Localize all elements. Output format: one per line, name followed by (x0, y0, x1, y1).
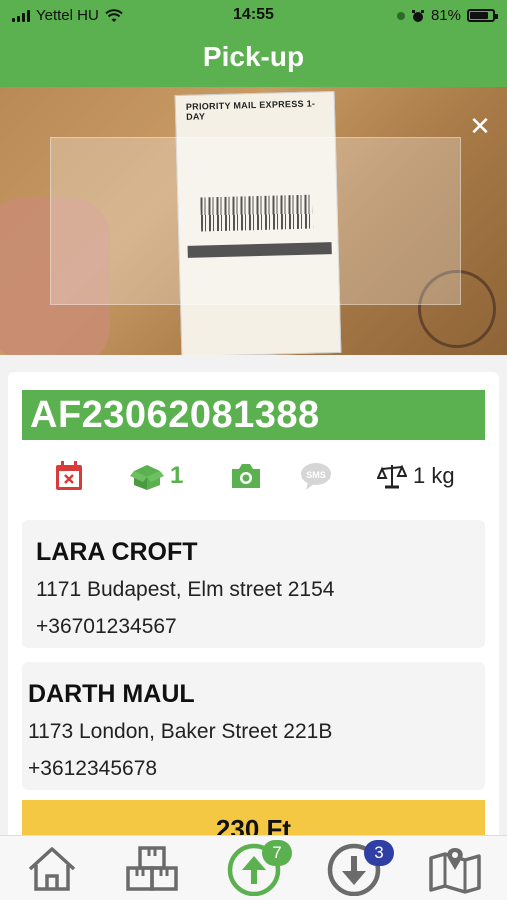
battery-percent: 81% (430, 7, 461, 24)
close-scanner-button[interactable]: ✕ (466, 113, 494, 141)
calendar-cancel-icon (56, 461, 82, 490)
home-icon (28, 847, 76, 891)
sender-name: LARA CROFT (36, 538, 198, 566)
label-header: PRIORITY MAIL EXPRESS 1-DAY (185, 98, 316, 122)
status-bar: Yettel HU 14:55 81% (0, 0, 507, 32)
scanner-camera-view[interactable]: PRIORITY MAIL EXPRESS 1-DAY ✕ (0, 87, 507, 355)
recipient-address: 1173 London, Baker Street 221B (28, 720, 333, 743)
tab-map[interactable] (425, 842, 485, 896)
recipient-name: DARTH MAUL (28, 680, 195, 708)
sender-address: 1171 Budapest, Elm street 2154 (36, 578, 335, 601)
weight-indicator: 1 kg (377, 456, 455, 496)
delivery-badge: 3 (364, 840, 394, 866)
app-header: Pick-up (0, 32, 507, 87)
shipment-card: AF23062081388 1 SMS 1 kg LARA CROFT 1171… (8, 372, 499, 842)
location-dot-icon (396, 11, 405, 20)
calendar-cancel-button[interactable] (54, 456, 84, 496)
tab-delivery[interactable]: 3 (324, 840, 394, 896)
map-icon (429, 848, 481, 894)
battery-icon (467, 9, 498, 22)
sender-card[interactable]: LARA CROFT 1171 Budapest, Elm street 215… (22, 520, 485, 648)
bottom-tab-bar: 7 3 (0, 835, 507, 900)
open-box-icon (130, 465, 164, 490)
shipment-code: AF23062081388 (22, 390, 485, 440)
sender-phone[interactable]: +36701234567 (36, 615, 177, 639)
weight-value: 1 kg (413, 463, 455, 488)
sms-button[interactable]: SMS (300, 456, 332, 496)
photo-button[interactable] (230, 456, 262, 496)
recipient-phone[interactable]: +3612345678 (28, 757, 157, 781)
pickup-badge: 7 (262, 840, 292, 866)
packages-indicator[interactable]: 1 (130, 456, 183, 496)
page-title: Pick-up (202, 41, 305, 72)
package-count: 1 (170, 462, 184, 489)
status-right: 81% (396, 7, 498, 24)
recipient-card[interactable]: DARTH MAUL 1173 London, Baker Street 221… (22, 662, 485, 790)
alarm-icon (411, 9, 424, 22)
tab-packages[interactable] (122, 842, 182, 896)
tab-home[interactable] (22, 842, 82, 896)
shipment-info-row: 1 SMS 1 kg (22, 456, 485, 496)
boxes-icon (126, 846, 178, 891)
camera-icon (232, 464, 260, 488)
scale-icon (377, 464, 407, 489)
tab-pickup[interactable]: 7 (224, 840, 292, 896)
sms-icon: SMS (301, 463, 331, 490)
svg-text:SMS: SMS (306, 470, 326, 480)
scan-window (50, 137, 461, 305)
